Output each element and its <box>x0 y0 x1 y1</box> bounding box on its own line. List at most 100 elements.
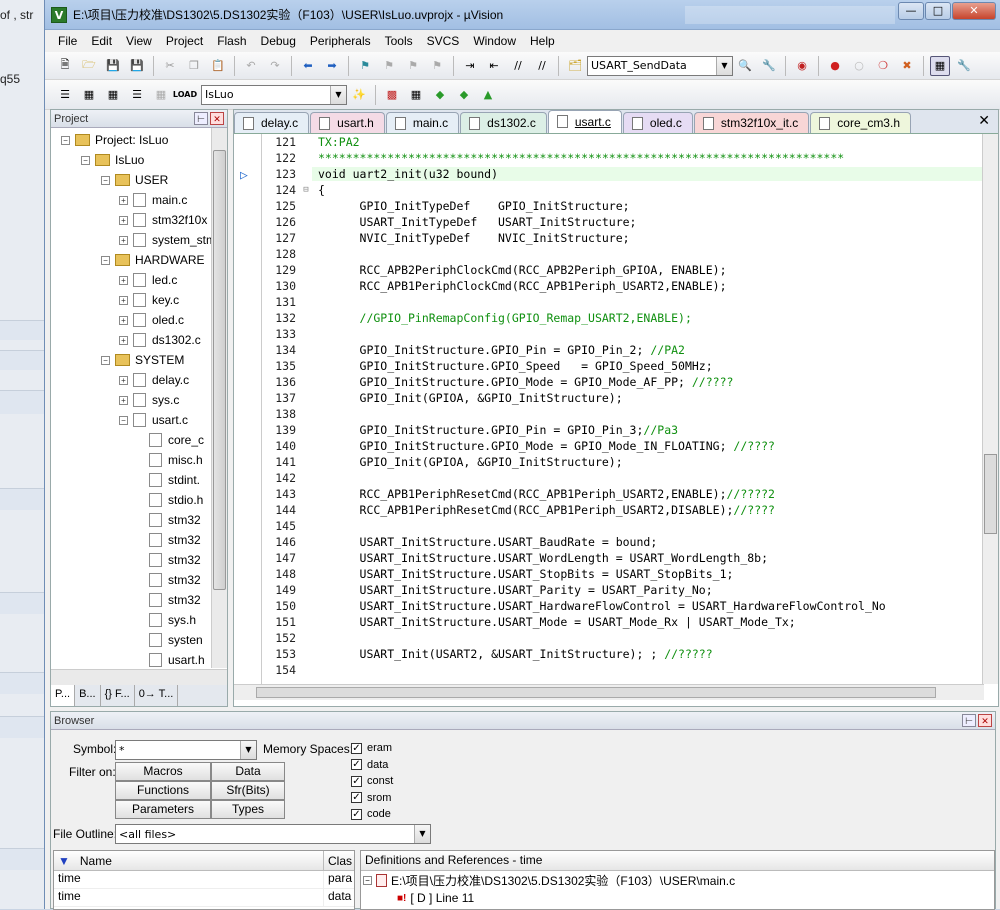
close-pane-button[interactable]: ✕ <box>978 714 992 727</box>
editor-tab[interactable]: core_cm3.h <box>810 112 911 133</box>
menu-item[interactable]: Debug <box>254 34 303 48</box>
tree-item[interactable]: stm32 <box>149 510 201 530</box>
project-pane-tab[interactable]: 0→ T... <box>135 685 179 706</box>
expand-icon[interactable]: + <box>119 315 128 325</box>
select-packs-icon[interactable]: ◆ <box>454 85 474 105</box>
code-line[interactable]: 132 //GPIO_PinRemapConfig(GPIO_Remap_USA… <box>262 310 984 326</box>
tree-item[interactable]: stdint. <box>149 470 200 490</box>
filter-button[interactable]: Parameters <box>115 800 211 819</box>
translate-icon[interactable]: ☰ <box>55 85 75 105</box>
table-row[interactable]: time para <box>54 871 354 889</box>
project-pane-tab[interactable]: B... <box>75 685 101 706</box>
code-line[interactable]: 152 <box>262 630 984 646</box>
rebuild-icon[interactable]: ▦ <box>103 85 123 105</box>
menu-item[interactable]: Project <box>159 34 210 48</box>
pin-icon[interactable]: ⊢ <box>194 112 208 125</box>
chevron-down-icon[interactable]: ▼ <box>330 85 346 104</box>
expand-icon[interactable]: + <box>119 375 128 385</box>
target-options-icon[interactable]: ✨ <box>349 85 369 105</box>
menu-item[interactable]: View <box>119 34 159 48</box>
navigate-back-icon[interactable]: ⬅ <box>298 56 318 76</box>
code-line[interactable]: 147 USART_InitStructure.USART_WordLength… <box>262 550 984 566</box>
file-extensions-icon[interactable]: ▩ <box>382 85 402 105</box>
tree-item[interactable]: − SYSTEM <box>101 350 184 370</box>
code-line[interactable]: 142 <box>262 470 984 486</box>
debug-start-icon[interactable]: ◉ <box>792 56 812 76</box>
code-line[interactable]: 127 NVIC_InitTypeDef NVIC_InitStructure; <box>262 230 984 246</box>
tree-item[interactable]: − USER <box>101 170 168 190</box>
close-pane-button[interactable]: ✕ <box>210 112 224 125</box>
clear-bookmarks-icon[interactable]: ⚑ <box>427 56 447 76</box>
breakpoint-disable-icon[interactable]: ○ <box>849 56 869 76</box>
code-line[interactable]: 126 USART_InitTypeDef USART_InitStructur… <box>262 214 984 230</box>
code-line[interactable]: 151 USART_InitStructure.USART_Mode = USA… <box>262 614 984 630</box>
project-pane-tab[interactable]: P... <box>51 685 76 706</box>
checkmark-icon[interactable]: ✓ <box>351 759 362 770</box>
undo-icon[interactable]: ↶ <box>241 56 261 76</box>
tree-item[interactable]: − IsLuo <box>81 150 144 170</box>
tree-item[interactable]: stm32 <box>149 530 201 550</box>
definitions-line-row[interactable]: ■! [ D ] Line 11 <box>361 889 994 907</box>
checkmark-icon[interactable]: ✓ <box>351 792 362 803</box>
tree-item[interactable]: usart.h <box>149 650 205 668</box>
name-column-header[interactable]: Name <box>80 854 112 868</box>
checkmark-icon[interactable]: ✓ <box>351 775 362 787</box>
tree-item[interactable]: + delay.c <box>119 370 189 390</box>
uncomment-icon[interactable]: // <box>532 56 552 76</box>
collapse-icon[interactable]: − <box>101 355 110 365</box>
tree-item[interactable]: + key.c <box>119 290 179 310</box>
editor-tab[interactable]: usart.c <box>547 110 622 133</box>
fold-icon[interactable]: ⊟ <box>300 185 312 195</box>
menu-item[interactable]: File <box>51 34 84 48</box>
filter-button[interactable]: Functions <box>115 781 211 800</box>
configure-icon[interactable]: 🔧 <box>954 56 974 76</box>
expand-icon[interactable]: + <box>119 275 128 285</box>
save-all-icon[interactable]: 💾 <box>127 56 147 76</box>
table-row[interactable]: time data <box>54 889 354 907</box>
minimize-button[interactable]: — <box>898 2 924 20</box>
filter-button[interactable]: Macros <box>115 762 211 781</box>
indent-icon[interactable]: ⇥ <box>460 56 480 76</box>
bookmark-icon[interactable]: ⚑ <box>355 56 375 76</box>
symbol-input[interactable]: * ▼ <box>115 740 257 760</box>
expand-icon[interactable]: + <box>119 215 128 225</box>
tree-item[interactable]: stm32 <box>149 590 201 610</box>
code-line[interactable]: 130 RCC_APB1PeriphClockCmd(RCC_APB1Perip… <box>262 278 984 294</box>
code-line[interactable]: 133 <box>262 326 984 342</box>
file-outline-select[interactable]: <all files> ▼ <box>115 824 431 844</box>
memory-space-checkbox[interactable]: ✓ data <box>351 759 388 771</box>
close-window-button[interactable]: ✕ <box>952 2 996 20</box>
find-in-files-icon[interactable]: 🗂 <box>565 56 585 76</box>
pack-installer-icon[interactable]: ◆ <box>430 85 450 105</box>
comment-icon[interactable]: // <box>508 56 528 76</box>
code-area[interactable]: ▷ 121 TX:PA2 122 **************************… <box>234 134 984 684</box>
collapse-icon[interactable]: − <box>61 135 70 145</box>
code-line[interactable]: 123 void uart2_init(u32 bound) <box>262 166 984 182</box>
close-tab-icon[interactable]: ✕ <box>978 113 990 129</box>
run-time-env-icon[interactable]: ▲ <box>478 85 498 105</box>
tree-item[interactable]: + sys.c <box>119 390 179 410</box>
checkmark-icon[interactable]: ✓ <box>351 808 362 820</box>
code-line[interactable]: 124 ⊟ { <box>262 182 984 198</box>
incremental-find-icon[interactable]: 🔧 <box>759 56 779 76</box>
code-line[interactable]: 135 GPIO_InitStructure.GPIO_Speed = GPIO… <box>262 358 984 374</box>
editor-tab[interactable]: oled.c <box>622 112 693 133</box>
maximize-button[interactable]: □ <box>925 2 951 20</box>
editor-vscrollbar[interactable] <box>982 134 998 684</box>
unindent-icon[interactable]: ⇤ <box>484 56 504 76</box>
code-line[interactable]: 146 USART_InitStructure.USART_BaudRate =… <box>262 534 984 550</box>
load-icon[interactable]: LOAD <box>173 85 197 105</box>
breakpoint-disable-all-icon[interactable]: ❍ <box>873 56 893 76</box>
chevron-down-icon[interactable]: ▼ <box>240 741 256 759</box>
code-line[interactable]: 137 GPIO_Init(GPIOA, &GPIO_InitStructure… <box>262 390 984 406</box>
sort-icon[interactable]: ▼ <box>58 854 70 868</box>
tree-item[interactable]: + main.c <box>119 190 187 210</box>
cut-icon[interactable]: ✂ <box>160 56 180 76</box>
find-combo[interactable]: USART_SendData ▼ <box>587 55 733 76</box>
pin-icon[interactable]: ⊢ <box>962 714 976 727</box>
expand-icon[interactable]: + <box>119 235 128 245</box>
paste-icon[interactable]: 📋 <box>208 56 228 76</box>
editor-tab[interactable]: delay.c <box>234 112 310 133</box>
tree-item[interactable]: sys.h <box>149 610 196 630</box>
project-vscrollbar[interactable] <box>211 128 227 668</box>
